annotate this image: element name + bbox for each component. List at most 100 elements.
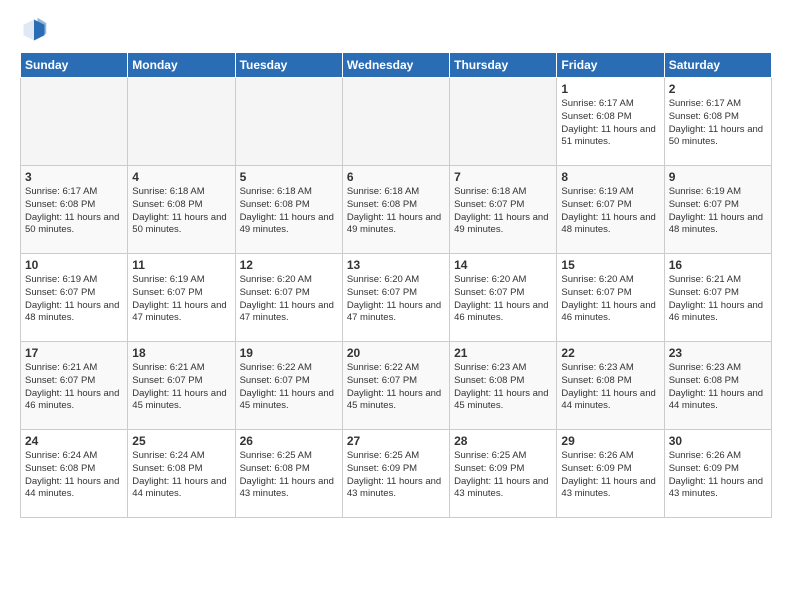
day-detail: Sunrise: 6:24 AMSunset: 6:08 PMDaylight:… xyxy=(25,450,123,501)
day-number: 8 xyxy=(561,170,659,184)
calendar-cell: 16 Sunrise: 6:21 AMSunset: 6:07 PMDayligh… xyxy=(664,254,771,342)
calendar-cell: 25 Sunrise: 6:24 AMSunset: 6:08 PMDayligh… xyxy=(128,430,235,518)
logo-icon xyxy=(20,16,48,44)
day-detail: Sunrise: 6:17 AMSunset: 6:08 PMDaylight:… xyxy=(561,98,659,149)
day-detail: Sunrise: 6:23 AMSunset: 6:08 PMDaylight:… xyxy=(669,362,767,413)
day-number: 7 xyxy=(454,170,552,184)
day-number: 17 xyxy=(25,346,123,360)
calendar-cell xyxy=(450,78,557,166)
calendar-cell: 12 Sunrise: 6:20 AMSunset: 6:07 PMDayligh… xyxy=(235,254,342,342)
day-number: 15 xyxy=(561,258,659,272)
header-tuesday: Tuesday xyxy=(235,53,342,78)
day-number: 9 xyxy=(669,170,767,184)
calendar-cell: 13 Sunrise: 6:20 AMSunset: 6:07 PMDayligh… xyxy=(342,254,449,342)
header-saturday: Saturday xyxy=(664,53,771,78)
day-detail: Sunrise: 6:22 AMSunset: 6:07 PMDaylight:… xyxy=(240,362,338,413)
calendar-week-3: 10 Sunrise: 6:19 AMSunset: 6:07 PMDayligh… xyxy=(21,254,772,342)
calendar-cell xyxy=(342,78,449,166)
calendar-week-4: 17 Sunrise: 6:21 AMSunset: 6:07 PMDayligh… xyxy=(21,342,772,430)
day-number: 20 xyxy=(347,346,445,360)
day-detail: Sunrise: 6:21 AMSunset: 6:07 PMDaylight:… xyxy=(132,362,230,413)
calendar-cell: 11 Sunrise: 6:19 AMSunset: 6:07 PMDayligh… xyxy=(128,254,235,342)
day-detail: Sunrise: 6:18 AMSunset: 6:08 PMDaylight:… xyxy=(347,186,445,237)
day-detail: Sunrise: 6:18 AMSunset: 6:07 PMDaylight:… xyxy=(454,186,552,237)
day-number: 16 xyxy=(669,258,767,272)
day-number: 12 xyxy=(240,258,338,272)
day-number: 14 xyxy=(454,258,552,272)
day-number: 28 xyxy=(454,434,552,448)
calendar-cell: 28 Sunrise: 6:25 AMSunset: 6:09 PMDayligh… xyxy=(450,430,557,518)
day-number: 19 xyxy=(240,346,338,360)
calendar-cell: 23 Sunrise: 6:23 AMSunset: 6:08 PMDayligh… xyxy=(664,342,771,430)
day-number: 23 xyxy=(669,346,767,360)
day-number: 11 xyxy=(132,258,230,272)
calendar-cell: 1 Sunrise: 6:17 AMSunset: 6:08 PMDaylight… xyxy=(557,78,664,166)
calendar-cell: 2 Sunrise: 6:17 AMSunset: 6:08 PMDaylight… xyxy=(664,78,771,166)
day-number: 13 xyxy=(347,258,445,272)
day-detail: Sunrise: 6:26 AMSunset: 6:09 PMDaylight:… xyxy=(669,450,767,501)
day-number: 25 xyxy=(132,434,230,448)
calendar-cell: 6 Sunrise: 6:18 AMSunset: 6:08 PMDaylight… xyxy=(342,166,449,254)
day-detail: Sunrise: 6:25 AMSunset: 6:09 PMDaylight:… xyxy=(454,450,552,501)
day-detail: Sunrise: 6:20 AMSunset: 6:07 PMDaylight:… xyxy=(347,274,445,325)
calendar-cell xyxy=(21,78,128,166)
day-detail: Sunrise: 6:26 AMSunset: 6:09 PMDaylight:… xyxy=(561,450,659,501)
day-number: 5 xyxy=(240,170,338,184)
day-detail: Sunrise: 6:20 AMSunset: 6:07 PMDaylight:… xyxy=(240,274,338,325)
day-detail: Sunrise: 6:21 AMSunset: 6:07 PMDaylight:… xyxy=(669,274,767,325)
page: SundayMondayTuesdayWednesdayThursdayFrid… xyxy=(0,0,792,534)
day-detail: Sunrise: 6:21 AMSunset: 6:07 PMDaylight:… xyxy=(25,362,123,413)
calendar-cell: 20 Sunrise: 6:22 AMSunset: 6:07 PMDayligh… xyxy=(342,342,449,430)
day-detail: Sunrise: 6:22 AMSunset: 6:07 PMDaylight:… xyxy=(347,362,445,413)
day-number: 1 xyxy=(561,82,659,96)
header-monday: Monday xyxy=(128,53,235,78)
calendar-cell: 3Sunrise: 6:17 AMSunset: 6:08 PMDaylight… xyxy=(21,166,128,254)
day-number: 29 xyxy=(561,434,659,448)
calendar-week-2: 3Sunrise: 6:17 AMSunset: 6:08 PMDaylight… xyxy=(21,166,772,254)
day-number: 6 xyxy=(347,170,445,184)
calendar-week-5: 24Sunrise: 6:24 AMSunset: 6:08 PMDayligh… xyxy=(21,430,772,518)
day-detail: Sunrise: 6:23 AMSunset: 6:08 PMDaylight:… xyxy=(454,362,552,413)
day-detail: Sunrise: 6:17 AMSunset: 6:08 PMDaylight:… xyxy=(669,98,767,149)
day-detail: Sunrise: 6:18 AMSunset: 6:08 PMDaylight:… xyxy=(132,186,230,237)
header-thursday: Thursday xyxy=(450,53,557,78)
logo xyxy=(20,16,52,44)
calendar-cell xyxy=(235,78,342,166)
calendar-cell: 4 Sunrise: 6:18 AMSunset: 6:08 PMDaylight… xyxy=(128,166,235,254)
day-number: 3 xyxy=(25,170,123,184)
calendar-cell: 18 Sunrise: 6:21 AMSunset: 6:07 PMDayligh… xyxy=(128,342,235,430)
day-detail: Sunrise: 6:23 AMSunset: 6:08 PMDaylight:… xyxy=(561,362,659,413)
calendar-cell xyxy=(128,78,235,166)
header-sunday: Sunday xyxy=(21,53,128,78)
calendar-cell: 22 Sunrise: 6:23 AMSunset: 6:08 PMDayligh… xyxy=(557,342,664,430)
day-detail: Sunrise: 6:19 AMSunset: 6:07 PMDaylight:… xyxy=(132,274,230,325)
day-detail: Sunrise: 6:25 AMSunset: 6:09 PMDaylight:… xyxy=(347,450,445,501)
day-detail: Sunrise: 6:19 AMSunset: 6:07 PMDaylight:… xyxy=(25,274,123,325)
calendar-cell: 14Sunrise: 6:20 AMSunset: 6:07 PMDayligh… xyxy=(450,254,557,342)
calendar-cell: 27 Sunrise: 6:25 AMSunset: 6:09 PMDayligh… xyxy=(342,430,449,518)
day-number: 30 xyxy=(669,434,767,448)
calendar-header-row: SundayMondayTuesdayWednesdayThursdayFrid… xyxy=(21,53,772,78)
day-detail: Sunrise: 6:19 AMSunset: 6:07 PMDaylight:… xyxy=(669,186,767,237)
day-number: 27 xyxy=(347,434,445,448)
day-number: 18 xyxy=(132,346,230,360)
calendar-cell: 9 Sunrise: 6:19 AMSunset: 6:07 PMDaylight… xyxy=(664,166,771,254)
day-detail: Sunrise: 6:24 AMSunset: 6:08 PMDaylight:… xyxy=(132,450,230,501)
calendar-cell: 21 Sunrise: 6:23 AMSunset: 6:08 PMDayligh… xyxy=(450,342,557,430)
header xyxy=(20,16,772,44)
day-number: 21 xyxy=(454,346,552,360)
day-number: 22 xyxy=(561,346,659,360)
calendar-cell: 24Sunrise: 6:24 AMSunset: 6:08 PMDayligh… xyxy=(21,430,128,518)
day-detail: Sunrise: 6:20 AMSunset: 6:07 PMDaylight:… xyxy=(561,274,659,325)
calendar-cell: 5Sunrise: 6:18 AMSunset: 6:08 PMDaylight… xyxy=(235,166,342,254)
calendar-cell: 30 Sunrise: 6:26 AMSunset: 6:09 PMDayligh… xyxy=(664,430,771,518)
calendar: SundayMondayTuesdayWednesdayThursdayFrid… xyxy=(20,52,772,518)
day-number: 2 xyxy=(669,82,767,96)
day-number: 26 xyxy=(240,434,338,448)
calendar-cell: 19 Sunrise: 6:22 AMSunset: 6:07 PMDayligh… xyxy=(235,342,342,430)
day-number: 10 xyxy=(25,258,123,272)
header-wednesday: Wednesday xyxy=(342,53,449,78)
calendar-cell: 8Sunrise: 6:19 AMSunset: 6:07 PMDaylight… xyxy=(557,166,664,254)
day-number: 4 xyxy=(132,170,230,184)
calendar-week-1: 1 Sunrise: 6:17 AMSunset: 6:08 PMDaylight… xyxy=(21,78,772,166)
